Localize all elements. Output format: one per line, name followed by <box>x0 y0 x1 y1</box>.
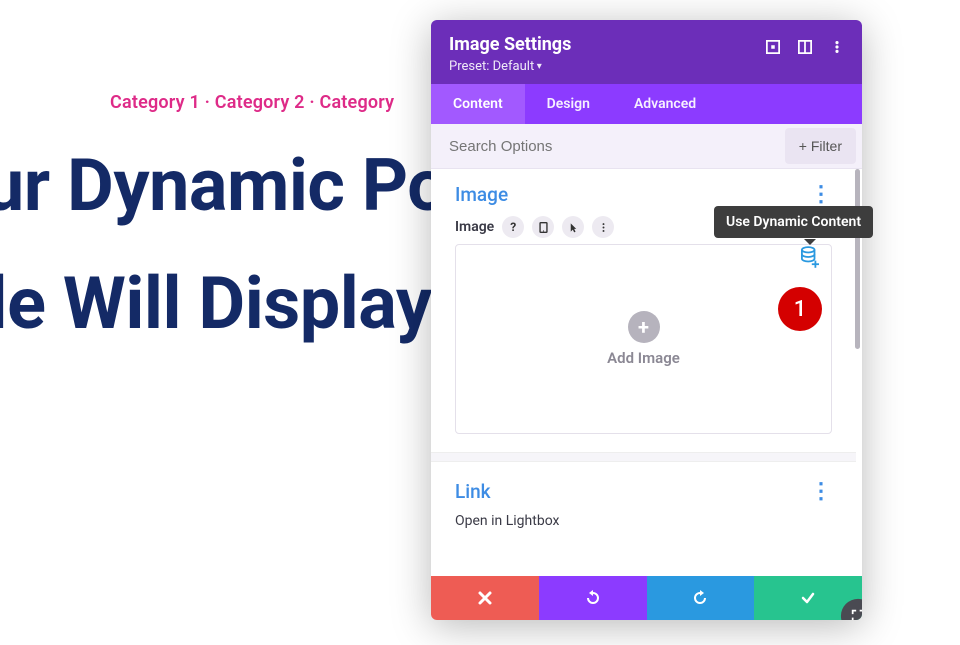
image-section-title: Image <box>455 183 508 206</box>
link-section: Link ⋮ Open in Lightbox <box>431 462 856 529</box>
more-icon[interactable] <box>830 40 844 54</box>
dynamic-content-icon[interactable] <box>801 246 819 272</box>
plus-icon: + <box>799 138 807 154</box>
open-lightbox-label: Open in Lightbox <box>455 513 832 529</box>
panel-header: Image Settings Preset: Default <box>431 20 862 84</box>
tab-bar: Content Design Advanced <box>431 84 862 124</box>
step-badge: 1 <box>778 287 822 331</box>
tab-advanced[interactable]: Advanced <box>612 84 718 124</box>
undo-button[interactable] <box>539 576 647 620</box>
snap-icon[interactable] <box>798 40 812 54</box>
scrollbar-thumb[interactable] <box>855 169 860 349</box>
image-section-menu-icon[interactable]: ⋮ <box>810 184 832 206</box>
filter-label: Filter <box>811 138 842 154</box>
field-more-icon[interactable] <box>592 216 614 238</box>
tooltip-text: Use Dynamic Content <box>726 214 861 230</box>
hover-cursor-icon[interactable] <box>562 216 584 238</box>
filter-button[interactable]: + Filter <box>785 128 856 164</box>
panel-header-left: Image Settings Preset: Default <box>449 34 766 74</box>
add-image-label: Add Image <box>607 349 680 367</box>
tablet-icon[interactable] <box>532 216 554 238</box>
tooltip-notch <box>804 239 816 245</box>
redo-button[interactable] <box>647 576 755 620</box>
link-section-title: Link <box>455 480 491 503</box>
search-bar: + Filter <box>431 124 862 169</box>
dynamic-content-tooltip: Use Dynamic Content <box>714 206 873 238</box>
panel-title: Image Settings <box>449 34 766 55</box>
cancel-button[interactable] <box>431 576 539 620</box>
section-divider <box>431 452 856 462</box>
help-icon[interactable]: ? <box>502 216 524 238</box>
image-section-head: Image ⋮ <box>455 183 832 206</box>
step-number: 1 <box>794 297 807 322</box>
preset-dropdown[interactable]: Preset: Default <box>449 59 766 74</box>
tab-design[interactable]: Design <box>525 84 612 124</box>
image-field-label: Image <box>455 219 494 235</box>
image-upload-box[interactable]: + Add Image <box>455 244 832 434</box>
link-section-head: Link ⋮ <box>455 480 832 503</box>
add-image-plus-icon: + <box>628 311 660 343</box>
link-section-menu-icon[interactable]: ⋮ <box>810 481 832 503</box>
panel-footer <box>431 576 862 620</box>
anchor-icon[interactable] <box>766 40 780 54</box>
panel-header-icons <box>766 40 844 54</box>
tab-content[interactable]: Content <box>431 84 525 124</box>
search-input[interactable] <box>431 126 779 167</box>
